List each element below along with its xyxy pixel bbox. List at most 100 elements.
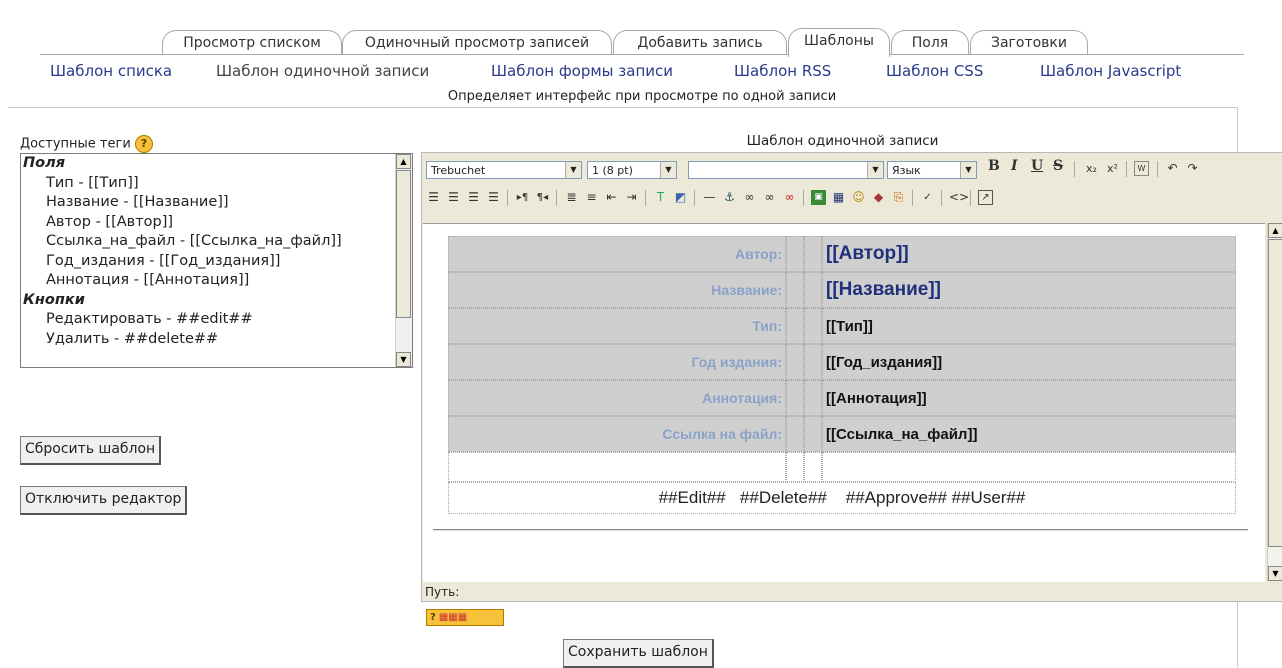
fullscreen-icon[interactable]: ↗	[978, 190, 993, 205]
subtab-js-template[interactable]: Шаблон Javascript	[1040, 62, 1181, 80]
undo-icon[interactable]: ↶	[1165, 161, 1180, 176]
align-right-icon[interactable]: ☰	[466, 190, 481, 205]
font-select[interactable]: Trebuchet ▼	[426, 161, 582, 179]
spacer-cell	[804, 344, 822, 380]
tab-baseline	[40, 54, 788, 55]
spacer-cell	[786, 236, 804, 272]
unlink-icon[interactable]: ∞	[762, 190, 777, 205]
list-item[interactable]: Удалить - ##delete##	[21, 330, 412, 350]
style-select[interactable]: ▼	[688, 161, 884, 179]
link-icon[interactable]: ∞	[742, 190, 757, 205]
list-item[interactable]: Автор - [[Автор]]	[21, 213, 412, 233]
subtab-css-template[interactable]: Шаблон CSS	[886, 62, 983, 80]
subtab-single-template[interactable]: Шаблон одиночной записи	[216, 62, 429, 80]
help-icon[interactable]: ?	[134, 135, 153, 153]
editor-content[interactable]: Автор: [[Автор]] Название: [[Название]] …	[423, 223, 1265, 582]
action-tags-footer: ##Edit## ##Delete## ##Approve## ##User##	[448, 482, 1236, 514]
table-row: Аннотация: [[Аннотация]]	[448, 380, 1236, 416]
tab-presets[interactable]: Заготовки	[970, 30, 1088, 55]
list-item[interactable]: Название - [[Название]]	[21, 193, 412, 213]
toolbar-separator	[1157, 161, 1158, 177]
tab-bar: Просмотр списком Одиночный просмотр запи…	[0, 0, 1282, 60]
text-color-icon[interactable]: T	[653, 190, 668, 205]
scroll-down-icon[interactable]: ▼	[1268, 566, 1282, 581]
field-label: Ссылка на файл:	[448, 416, 786, 452]
italic-icon[interactable]: I	[1011, 158, 1018, 174]
scroll-up-icon[interactable]: ▲	[396, 154, 411, 169]
redo-icon[interactable]: ↷	[1185, 161, 1200, 176]
align-left-icon[interactable]: ☰	[426, 190, 441, 205]
list-item[interactable]: Тип - [[Тип]]	[21, 174, 412, 194]
ordered-list-icon[interactable]: ≣	[564, 190, 579, 205]
tab-templates[interactable]: Шаблоны	[788, 28, 890, 57]
tab-single-view[interactable]: Одиночный просмотр записей	[342, 30, 612, 55]
tag-group-title: Кнопки	[23, 291, 85, 308]
scroll-thumb[interactable]	[396, 170, 411, 318]
language-select[interactable]: Язык ▼	[887, 161, 977, 179]
special-char-icon[interactable]: ◆	[871, 190, 886, 205]
list-item[interactable]: Аннотация - [[Аннотация]]	[21, 271, 412, 291]
ltr-icon[interactable]: ▸¶	[515, 190, 530, 205]
nolink-icon[interactable]: ∞	[782, 190, 797, 205]
table-row: ##Edit## ##Delete## ##Approve## ##User##	[448, 482, 1236, 514]
spacer-cell	[804, 272, 822, 308]
spacer-cell	[786, 344, 804, 380]
strikethrough-icon[interactable]: S	[1053, 158, 1063, 174]
table-icon[interactable]: ▦	[831, 190, 846, 205]
save-template-button[interactable]: Сохранить шаблон	[563, 639, 714, 668]
tab-add-entry[interactable]: Добавить запись	[613, 30, 787, 55]
tags-listbox[interactable]: Поля Тип - [[Тип]] Название - [[Название…	[20, 153, 413, 368]
field-value: [[Аннотация]]	[822, 380, 1236, 416]
superscript-icon[interactable]: x²	[1105, 161, 1120, 176]
tag-group-title: Поля	[23, 155, 66, 171]
toolbar-separator	[645, 190, 646, 206]
image-icon[interactable]: ▣	[811, 190, 826, 205]
template-table: Автор: [[Автор]] Название: [[Название]] …	[448, 236, 1236, 514]
clean-word-icon[interactable]: W	[1134, 161, 1149, 176]
spacer-cell	[786, 416, 804, 452]
toolbar-separator	[1074, 161, 1075, 177]
unordered-list-icon[interactable]: ≡	[584, 190, 599, 205]
reset-template-button[interactable]: Сбросить шаблон	[20, 436, 162, 465]
listbox-scrollbar[interactable]: ▲ ▼	[395, 154, 412, 367]
tab-fields[interactable]: Поля	[891, 30, 969, 55]
align-center-icon[interactable]: ☰	[446, 190, 461, 205]
bold-icon[interactable]: B	[988, 158, 1000, 174]
subtab-rss-template[interactable]: Шаблон RSS	[734, 62, 831, 80]
scroll-up-icon[interactable]: ▲	[1268, 223, 1282, 238]
tab-list-view[interactable]: Просмотр списком	[162, 30, 342, 55]
chevron-down-icon: ▼	[660, 162, 676, 178]
list-item[interactable]: Редактировать - ##edit##	[21, 310, 412, 330]
anchor-icon[interactable]: ⚓	[722, 190, 737, 205]
list-item[interactable]: Год_издания - [[Год_издания]]	[21, 252, 412, 272]
rtl-icon[interactable]: ¶◂	[535, 190, 550, 205]
size-select[interactable]: 1 (8 pt) ▼	[587, 161, 677, 179]
keyboard-icon: ▦▦▦	[438, 612, 468, 623]
subscript-icon[interactable]: x₂	[1084, 161, 1099, 176]
subtab-bar: Шаблон списка Шаблон одиночной записи Ша…	[0, 62, 1282, 84]
scroll-thumb[interactable]	[1268, 239, 1282, 547]
spacer-cell	[804, 236, 822, 272]
align-justify-icon[interactable]: ☰	[486, 190, 501, 205]
search-replace-icon[interactable]: ⎘	[891, 190, 906, 205]
spacer-cell	[804, 416, 822, 452]
list-item[interactable]: Ссылка_на_файл - [[Ссылка_на_файл]]	[21, 232, 412, 252]
indent-icon[interactable]: ⇥	[624, 190, 639, 205]
editor-scrollbar[interactable]: ▲ ▼	[1267, 223, 1282, 581]
toolbar-separator	[556, 190, 557, 206]
toolbar-separator	[912, 190, 913, 206]
spellcheck-icon[interactable]: ✓	[920, 190, 935, 205]
horizontal-rule-icon[interactable]: —	[702, 190, 717, 205]
table-row: Тип: [[Тип]]	[448, 308, 1236, 344]
smiley-icon[interactable]: ☺	[851, 190, 866, 205]
keyboard-help-icon[interactable]: ? ▦▦▦	[426, 609, 504, 626]
subtab-list-template[interactable]: Шаблон списка	[50, 62, 172, 80]
outdent-icon[interactable]: ⇤	[604, 190, 619, 205]
disable-editor-button[interactable]: Отключить редактор	[20, 486, 188, 515]
html-source-icon[interactable]: <>	[949, 190, 969, 205]
scroll-down-icon[interactable]: ▼	[396, 352, 411, 367]
chevron-down-icon: ▼	[960, 162, 976, 178]
underline-icon[interactable]: U	[1031, 158, 1043, 174]
subtab-form-template[interactable]: Шаблон формы записи	[491, 62, 673, 80]
background-color-icon[interactable]: ◩	[673, 190, 688, 205]
